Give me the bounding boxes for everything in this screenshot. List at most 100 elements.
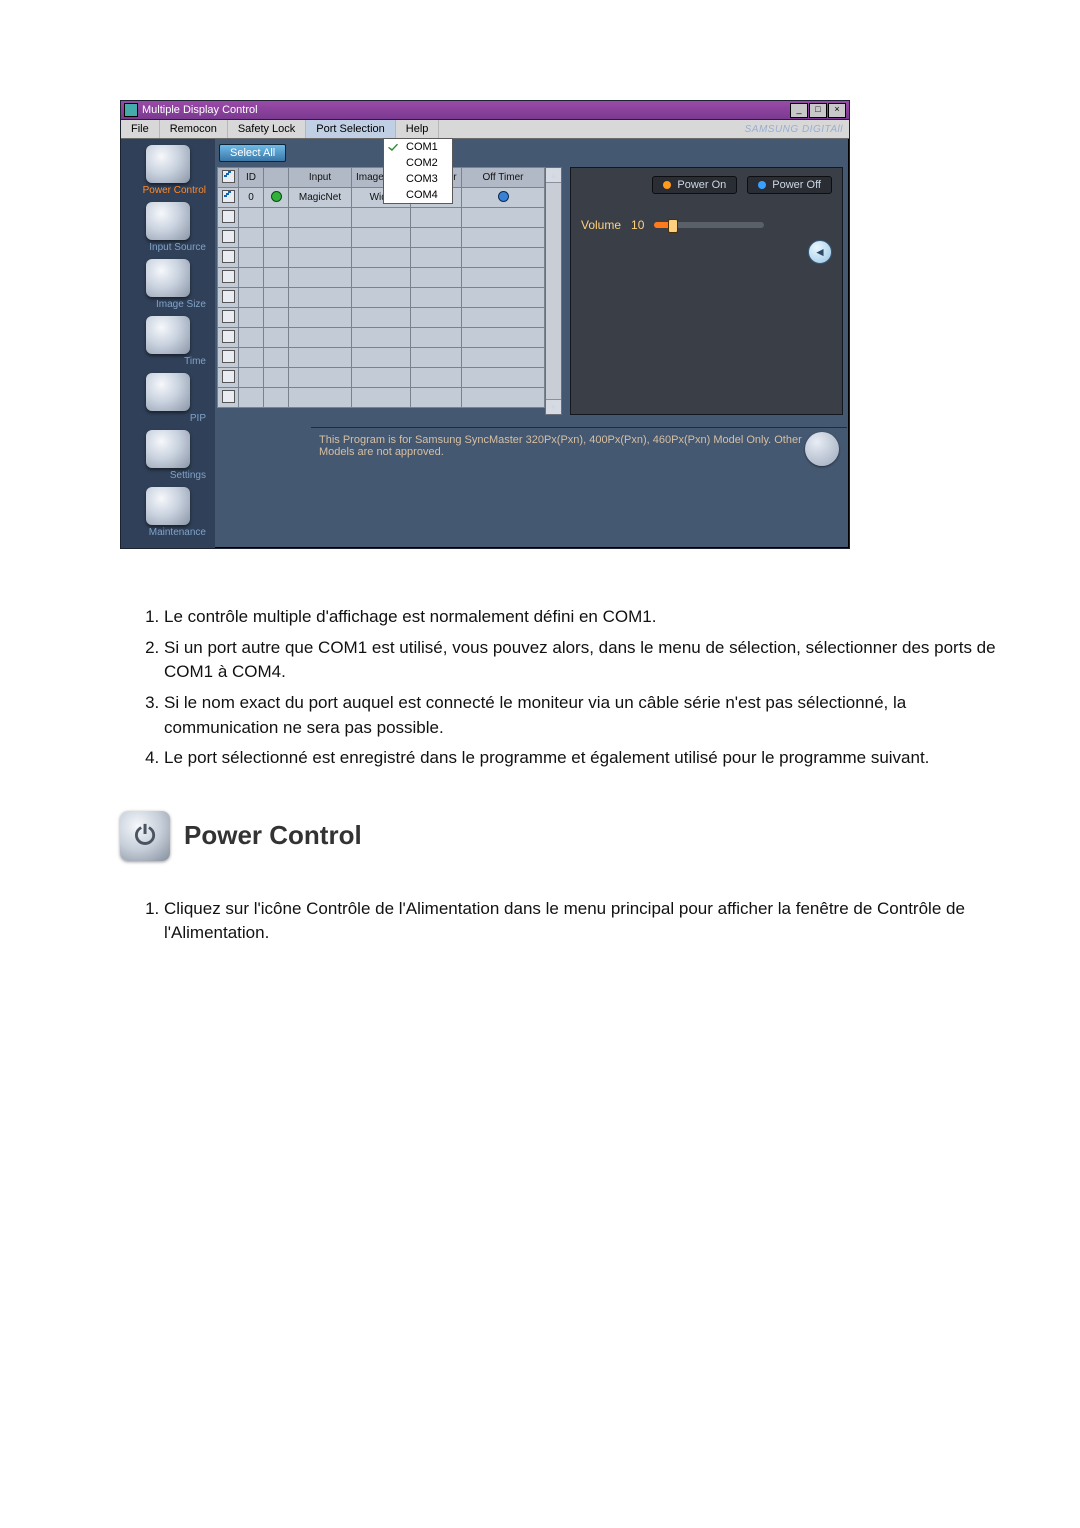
maximize-button[interactable]: □: [809, 103, 827, 118]
legal-text: This Program is for Samsung SyncMaster 3…: [319, 434, 802, 458]
row-checkbox[interactable]: [222, 210, 235, 223]
power-icon: [146, 145, 190, 183]
app-icon: [124, 103, 138, 117]
row-checkbox[interactable]: [222, 310, 235, 323]
scroll-up-icon[interactable]: ▲: [546, 168, 561, 183]
legal-notice: This Program is for Samsung SyncMaster 3…: [311, 427, 847, 468]
sidebar-item-power-control[interactable]: Power Control: [126, 145, 210, 196]
list-item: Si le nom exact du port auquel est conne…: [164, 691, 1000, 740]
off-timer-dot-icon: [498, 191, 509, 202]
menu-file[interactable]: File: [121, 120, 160, 138]
table-row[interactable]: [218, 348, 545, 368]
sidebar-item-maintenance[interactable]: Maintenance: [126, 487, 210, 538]
sidebar-item-label: Time: [126, 356, 210, 367]
table-row[interactable]: [218, 288, 545, 308]
table-row[interactable]: [218, 368, 545, 388]
pip-icon: [146, 373, 190, 411]
list-item: Le port sélectionné est enregistré dans …: [164, 746, 1000, 771]
sidebar-item-settings[interactable]: Settings: [126, 430, 210, 481]
list-item: Cliquez sur l'icône Contrôle de l'Alimen…: [164, 897, 1000, 946]
col-id[interactable]: ID: [239, 168, 264, 188]
table-row[interactable]: [218, 208, 545, 228]
col-status-icon: [264, 168, 289, 188]
menu-help[interactable]: Help: [396, 120, 440, 138]
menu-safety-lock[interactable]: Safety Lock: [228, 120, 306, 138]
select-all-button[interactable]: Select All: [219, 144, 286, 162]
time-icon: [146, 316, 190, 354]
table-row[interactable]: [218, 248, 545, 268]
header-checkbox[interactable]: [222, 170, 235, 183]
device-table: ID Input Image Size On Timer Off Timer: [217, 167, 545, 415]
scroll-down-icon[interactable]: ▼: [546, 399, 561, 414]
input-source-icon: [146, 202, 190, 240]
port-option-com4[interactable]: COM4: [384, 187, 452, 203]
power-off-button[interactable]: Power Off: [747, 176, 832, 194]
volume-value: 10: [631, 218, 644, 232]
power-off-label: Power Off: [772, 179, 821, 191]
settings-icon: [146, 430, 190, 468]
watermark-icon: [805, 432, 839, 466]
list-item: Si un port autre que COM1 est utilisé, v…: [164, 636, 1000, 685]
sidebar-item-label: Settings: [126, 470, 210, 481]
mute-button[interactable]: ◄: [808, 240, 832, 264]
minimize-button[interactable]: _: [790, 103, 808, 118]
sidebar-item-label: Input Source: [126, 242, 210, 253]
table-row[interactable]: [218, 228, 545, 248]
cell-id: 0: [239, 188, 264, 208]
menu-port-selection[interactable]: Port Selection: [306, 120, 395, 138]
table-row[interactable]: [218, 388, 545, 408]
table-row[interactable]: [218, 328, 545, 348]
power-control-section-icon: ⏻: [120, 811, 170, 861]
close-button[interactable]: ×: [828, 103, 846, 118]
row-checkbox[interactable]: [222, 270, 235, 283]
section-header: ⏻ Power Control: [120, 811, 1000, 861]
port-option-com1[interactable]: COM1: [384, 139, 452, 155]
titlebar: Multiple Display Control _ □ ×: [121, 101, 849, 120]
row-checkbox[interactable]: [222, 330, 235, 343]
table-scrollbar[interactable]: ▲ ▼: [545, 167, 562, 415]
sidebar-item-label: Image Size: [126, 299, 210, 310]
table-row[interactable]: [218, 268, 545, 288]
sidebar-item-label: Power Control: [126, 185, 210, 196]
sidebar-item-input-source[interactable]: Input Source: [126, 202, 210, 253]
brand-label: SAMSUNG DIGITAll: [739, 124, 849, 135]
power-on-button[interactable]: Power On: [652, 176, 737, 194]
menu-remocon[interactable]: Remocon: [160, 120, 228, 138]
table-row[interactable]: 0 MagicNet Wide: [218, 188, 545, 208]
instruction-list-2: Cliquez sur l'icône Contrôle de l'Alimen…: [140, 897, 1000, 946]
power-off-dot-icon: [758, 181, 766, 189]
port-option-com3[interactable]: COM3: [384, 171, 452, 187]
status-dot-icon: [271, 191, 282, 202]
volume-slider[interactable]: [654, 222, 764, 228]
sidebar-item-time[interactable]: Time: [126, 316, 210, 367]
sidebar-item-image-size[interactable]: Image Size: [126, 259, 210, 310]
row-checkbox[interactable]: [222, 350, 235, 363]
sidebar-item-label: PIP: [126, 413, 210, 424]
mdc-window: Multiple Display Control _ □ × File Remo…: [120, 100, 850, 549]
section-title: Power Control: [184, 817, 362, 855]
menubar: File Remocon Safety Lock Port Selection …: [121, 120, 849, 139]
table-row[interactable]: [218, 308, 545, 328]
speaker-icon: ◄: [814, 245, 826, 259]
instruction-list-1: Le contrôle multiple d'affichage est nor…: [140, 605, 1000, 771]
sidebar: Power Control Input Source Image Size Ti…: [121, 139, 215, 548]
window-title: Multiple Display Control: [142, 104, 790, 116]
col-input[interactable]: Input: [289, 168, 352, 188]
col-off-timer[interactable]: Off Timer: [462, 168, 545, 188]
image-size-icon: [146, 259, 190, 297]
power-panel: Power On Power Off Volume 10: [570, 167, 843, 415]
sidebar-item-pip[interactable]: PIP: [126, 373, 210, 424]
row-checkbox[interactable]: [222, 290, 235, 303]
list-item: Le contrôle multiple d'affichage est nor…: [164, 605, 1000, 630]
cell-magicnet: MagicNet: [289, 188, 352, 208]
volume-label: Volume: [581, 218, 621, 232]
row-checkbox[interactable]: [222, 250, 235, 263]
power-on-dot-icon: [663, 181, 671, 189]
power-on-label: Power On: [677, 179, 726, 191]
row-checkbox[interactable]: [222, 390, 235, 403]
port-option-com2[interactable]: COM2: [384, 155, 452, 171]
row-checkbox[interactable]: [222, 190, 235, 203]
row-checkbox[interactable]: [222, 370, 235, 383]
row-checkbox[interactable]: [222, 230, 235, 243]
slider-thumb[interactable]: [668, 219, 678, 233]
